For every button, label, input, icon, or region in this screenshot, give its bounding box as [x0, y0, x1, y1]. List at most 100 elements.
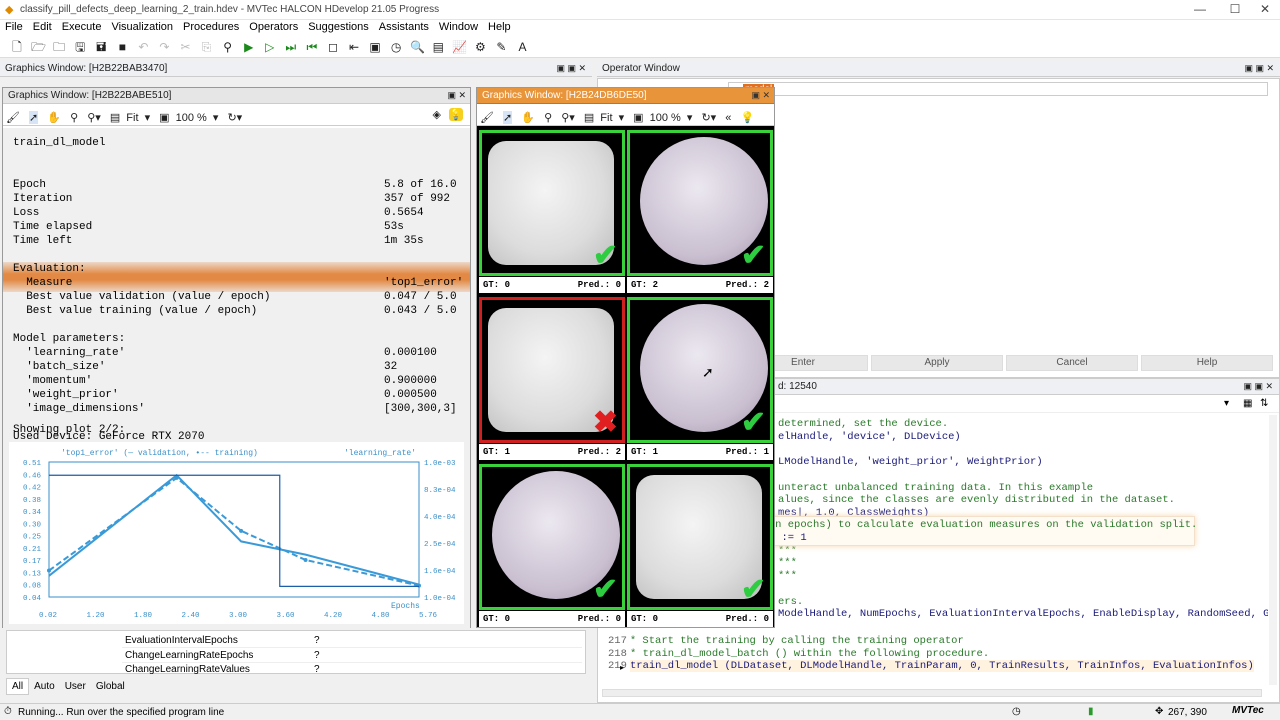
menu-window[interactable]: Window [434, 20, 483, 34]
image-cell[interactable]: ✔ [627, 464, 773, 610]
menu-execute[interactable]: Execute [57, 20, 107, 34]
undo-icon[interactable]: ↶ [136, 40, 150, 54]
pointer-icon[interactable]: ➚ [503, 111, 513, 124]
dropdown-chevron-icon[interactable]: ▾ [1224, 398, 1229, 409]
zoom-dropdown-icon[interactable]: ⚲▾ [87, 111, 101, 124]
help-button[interactable]: Help [1141, 355, 1273, 371]
zoom-select[interactable]: ▣ 100 % ▾ [159, 108, 218, 128]
ground-truth-label: GT: 0 [483, 280, 511, 290]
menu-operators[interactable]: Operators [244, 20, 303, 34]
zoom-icon[interactable]: ⚲ [544, 111, 552, 124]
chart-y-tick: 0.38 [23, 497, 41, 505]
code-line[interactable]: determined, set the device. [778, 418, 948, 430]
operator-input[interactable]: model [728, 82, 1268, 96]
layers-icon[interactable]: ◈ [433, 108, 441, 121]
line-number: 217 [608, 635, 627, 647]
open-recent-icon[interactable]: 🗀 [52, 40, 66, 54]
horizontal-scrollbar[interactable] [602, 689, 1262, 697]
apply-button[interactable]: Apply [871, 355, 1003, 371]
code-line[interactable]: unteract unbalanced training data. In th… [778, 482, 1093, 494]
code-line[interactable]: ModelHandle, NumEpochs, EvaluationInterv… [778, 608, 1268, 620]
image-cell[interactable]: ✖ [479, 297, 625, 443]
menu-suggestions[interactable]: Suggestions [303, 20, 374, 34]
new-file-icon[interactable]: 🗋 [10, 40, 24, 54]
brush-icon[interactable]: 🖌 [6, 111, 20, 124]
code-line[interactable]: *** [778, 570, 797, 582]
inspect-icon[interactable]: ✎ [494, 40, 508, 54]
cut-icon[interactable]: ✂ [179, 40, 193, 54]
image-cell[interactable]: ✔ [627, 297, 773, 443]
more-icon[interactable]: « [725, 112, 731, 124]
lightbulb-icon[interactable]: 💡 [449, 108, 463, 121]
zoom-dropdown-icon[interactable]: ⚲▾ [561, 111, 575, 124]
step-forward-icon[interactable]: ⏭ [284, 40, 298, 54]
code-line[interactable]: elHandle, 'device', DLDevice) [778, 431, 961, 443]
code-line[interactable]: LModelHandle, 'weight_prior', WeightPrio… [778, 456, 1043, 468]
step-back-icon[interactable]: ⏮ [305, 40, 319, 54]
code-line[interactable]: *** [778, 557, 797, 569]
panel-controls-icon[interactable]: ▣ ✕ [751, 90, 770, 101]
step-over-icon[interactable]: ▷ [263, 40, 277, 54]
variable-row[interactable]: ChangeLearningRateEpochs? [122, 650, 582, 663]
menu-assistants[interactable]: Assistants [374, 20, 434, 34]
program-tool-icon[interactable]: ⇅ [1260, 398, 1268, 409]
fit-button[interactable]: ▤ Fit ▾ [584, 108, 624, 128]
code-line[interactable]: *** [778, 545, 797, 557]
image-cell[interactable]: ✔ [479, 130, 625, 276]
run-icon[interactable]: ▶ [242, 40, 256, 54]
menu-edit[interactable]: Edit [28, 20, 57, 34]
save-all-icon[interactable]: 🖬 [94, 40, 108, 54]
zoom-icon[interactable]: ⚲ [70, 111, 78, 124]
program-tool-icon[interactable]: ▦ [1243, 398, 1252, 409]
panel-controls-icon[interactable]: ▣ ▣ ✕ [556, 63, 586, 74]
zoom-icon[interactable]: 🔍 [410, 40, 425, 54]
lightbulb-icon[interactable]: 💡 [740, 111, 754, 124]
timer-icon[interactable]: ◷ [389, 40, 403, 54]
code-line[interactable]: alues, since the classes are evenly dist… [778, 494, 1175, 506]
open-file-icon[interactable]: 🗁 [31, 40, 46, 54]
chart-y-tick: 0.08 [23, 583, 41, 591]
fit-button[interactable]: ▤ Fit ▾ [110, 108, 150, 128]
image-icon[interactable]: ▣ [368, 40, 382, 54]
ocr-icon[interactable]: A [516, 40, 530, 54]
variable-row[interactable]: ChangeLearningRateValues? [122, 664, 582, 675]
close-button[interactable]: ✕ [1245, 2, 1280, 16]
stop-icon[interactable]: ◻ [326, 40, 340, 54]
menu-visualization[interactable]: Visualization [106, 20, 178, 34]
code-line-219[interactable]: 219 train_dl_model (DLDataset, DLModelHa… [608, 659, 1254, 672]
menu-help[interactable]: Help [483, 20, 516, 34]
copy-icon[interactable]: ⎘ [200, 40, 214, 54]
menu-file[interactable]: File [0, 20, 28, 34]
pan-hand-icon[interactable]: ✋ [521, 111, 535, 124]
vertical-scrollbar[interactable] [1269, 415, 1277, 685]
zoom-select[interactable]: ▣ 100 % ▾ [633, 108, 692, 128]
feature-icon[interactable]: ⚙ [473, 40, 487, 54]
tab-global[interactable]: Global [91, 679, 130, 694]
record-icon[interactable]: ■ [115, 40, 129, 54]
find-icon[interactable]: ⚲ [221, 40, 235, 54]
panel-controls-icon[interactable]: ▣ ▣ ✕ [1243, 381, 1273, 392]
reset-icon[interactable]: ⇤ [347, 40, 361, 54]
brush-icon[interactable]: 🖌 [480, 111, 494, 124]
minimize-button[interactable]: — [1180, 2, 1220, 16]
code-line-217[interactable]: 217 * Start the training by calling the … [608, 634, 964, 647]
pointer-icon[interactable]: ➚ [29, 111, 39, 124]
tab-auto[interactable]: Auto [29, 679, 60, 694]
image-cell[interactable]: ✔ [479, 464, 625, 610]
cancel-button[interactable]: Cancel [1006, 355, 1138, 371]
pan-hand-icon[interactable]: ✋ [47, 111, 61, 124]
overlay-icon[interactable]: ↻▾ [227, 111, 242, 124]
panel-controls-icon[interactable]: ▣ ✕ [447, 90, 466, 101]
save-icon[interactable]: 🖫 [73, 40, 87, 54]
histogram-icon[interactable]: ▤ [431, 40, 445, 54]
code-line[interactable]: ers. [778, 596, 803, 608]
tab-user[interactable]: User [60, 679, 91, 694]
menu-procedures[interactable]: Procedures [178, 20, 244, 34]
image-cell[interactable]: ✔ [627, 130, 773, 276]
line-profile-icon[interactable]: 📈 [452, 40, 467, 54]
redo-icon[interactable]: ↷ [157, 40, 171, 54]
tab-all[interactable]: All [6, 678, 30, 695]
variable-row[interactable]: EvaluationIntervalEpochs? [122, 635, 582, 648]
overlay-icon[interactable]: ↻▾ [701, 111, 716, 124]
panel-controls-icon[interactable]: ▣ ▣ ✕ [1244, 63, 1274, 74]
